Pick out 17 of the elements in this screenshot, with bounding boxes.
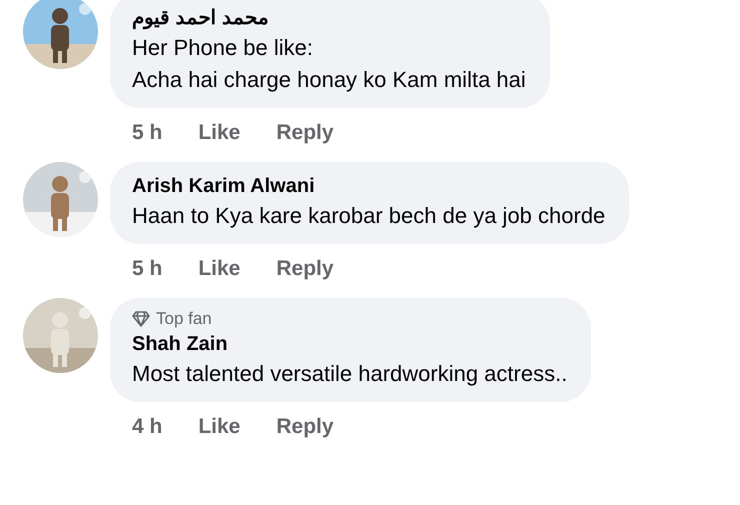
comment-text: Haan to Kya kare karobar bech de ya job chorde (132, 202, 606, 230)
author-name[interactable]: Shah Zain (132, 330, 568, 358)
reply-button[interactable]: Reply (276, 412, 334, 442)
like-button[interactable]: Like (198, 254, 240, 284)
diamond-icon (132, 311, 150, 327)
comment-text: Her Phone be like: Acha hai charge honay ko Kam milta hai (132, 34, 526, 94)
like-button[interactable]: Like (198, 412, 240, 442)
badge-label: Top fan (156, 308, 212, 330)
reply-button[interactable]: Reply (276, 254, 334, 284)
like-button[interactable]: Like (198, 118, 240, 148)
reply-button[interactable]: Reply (276, 118, 334, 148)
timestamp: 5 h (132, 120, 162, 146)
timestamp: 4 h (132, 414, 162, 440)
comment-text: Most talented versatile hardworking actress.. (132, 360, 568, 388)
author-name[interactable]: محمد احمد قیوم (132, 4, 526, 32)
timestamp: 5 h (132, 256, 162, 282)
author-name[interactable]: Arish Karim Alwani (132, 172, 606, 200)
